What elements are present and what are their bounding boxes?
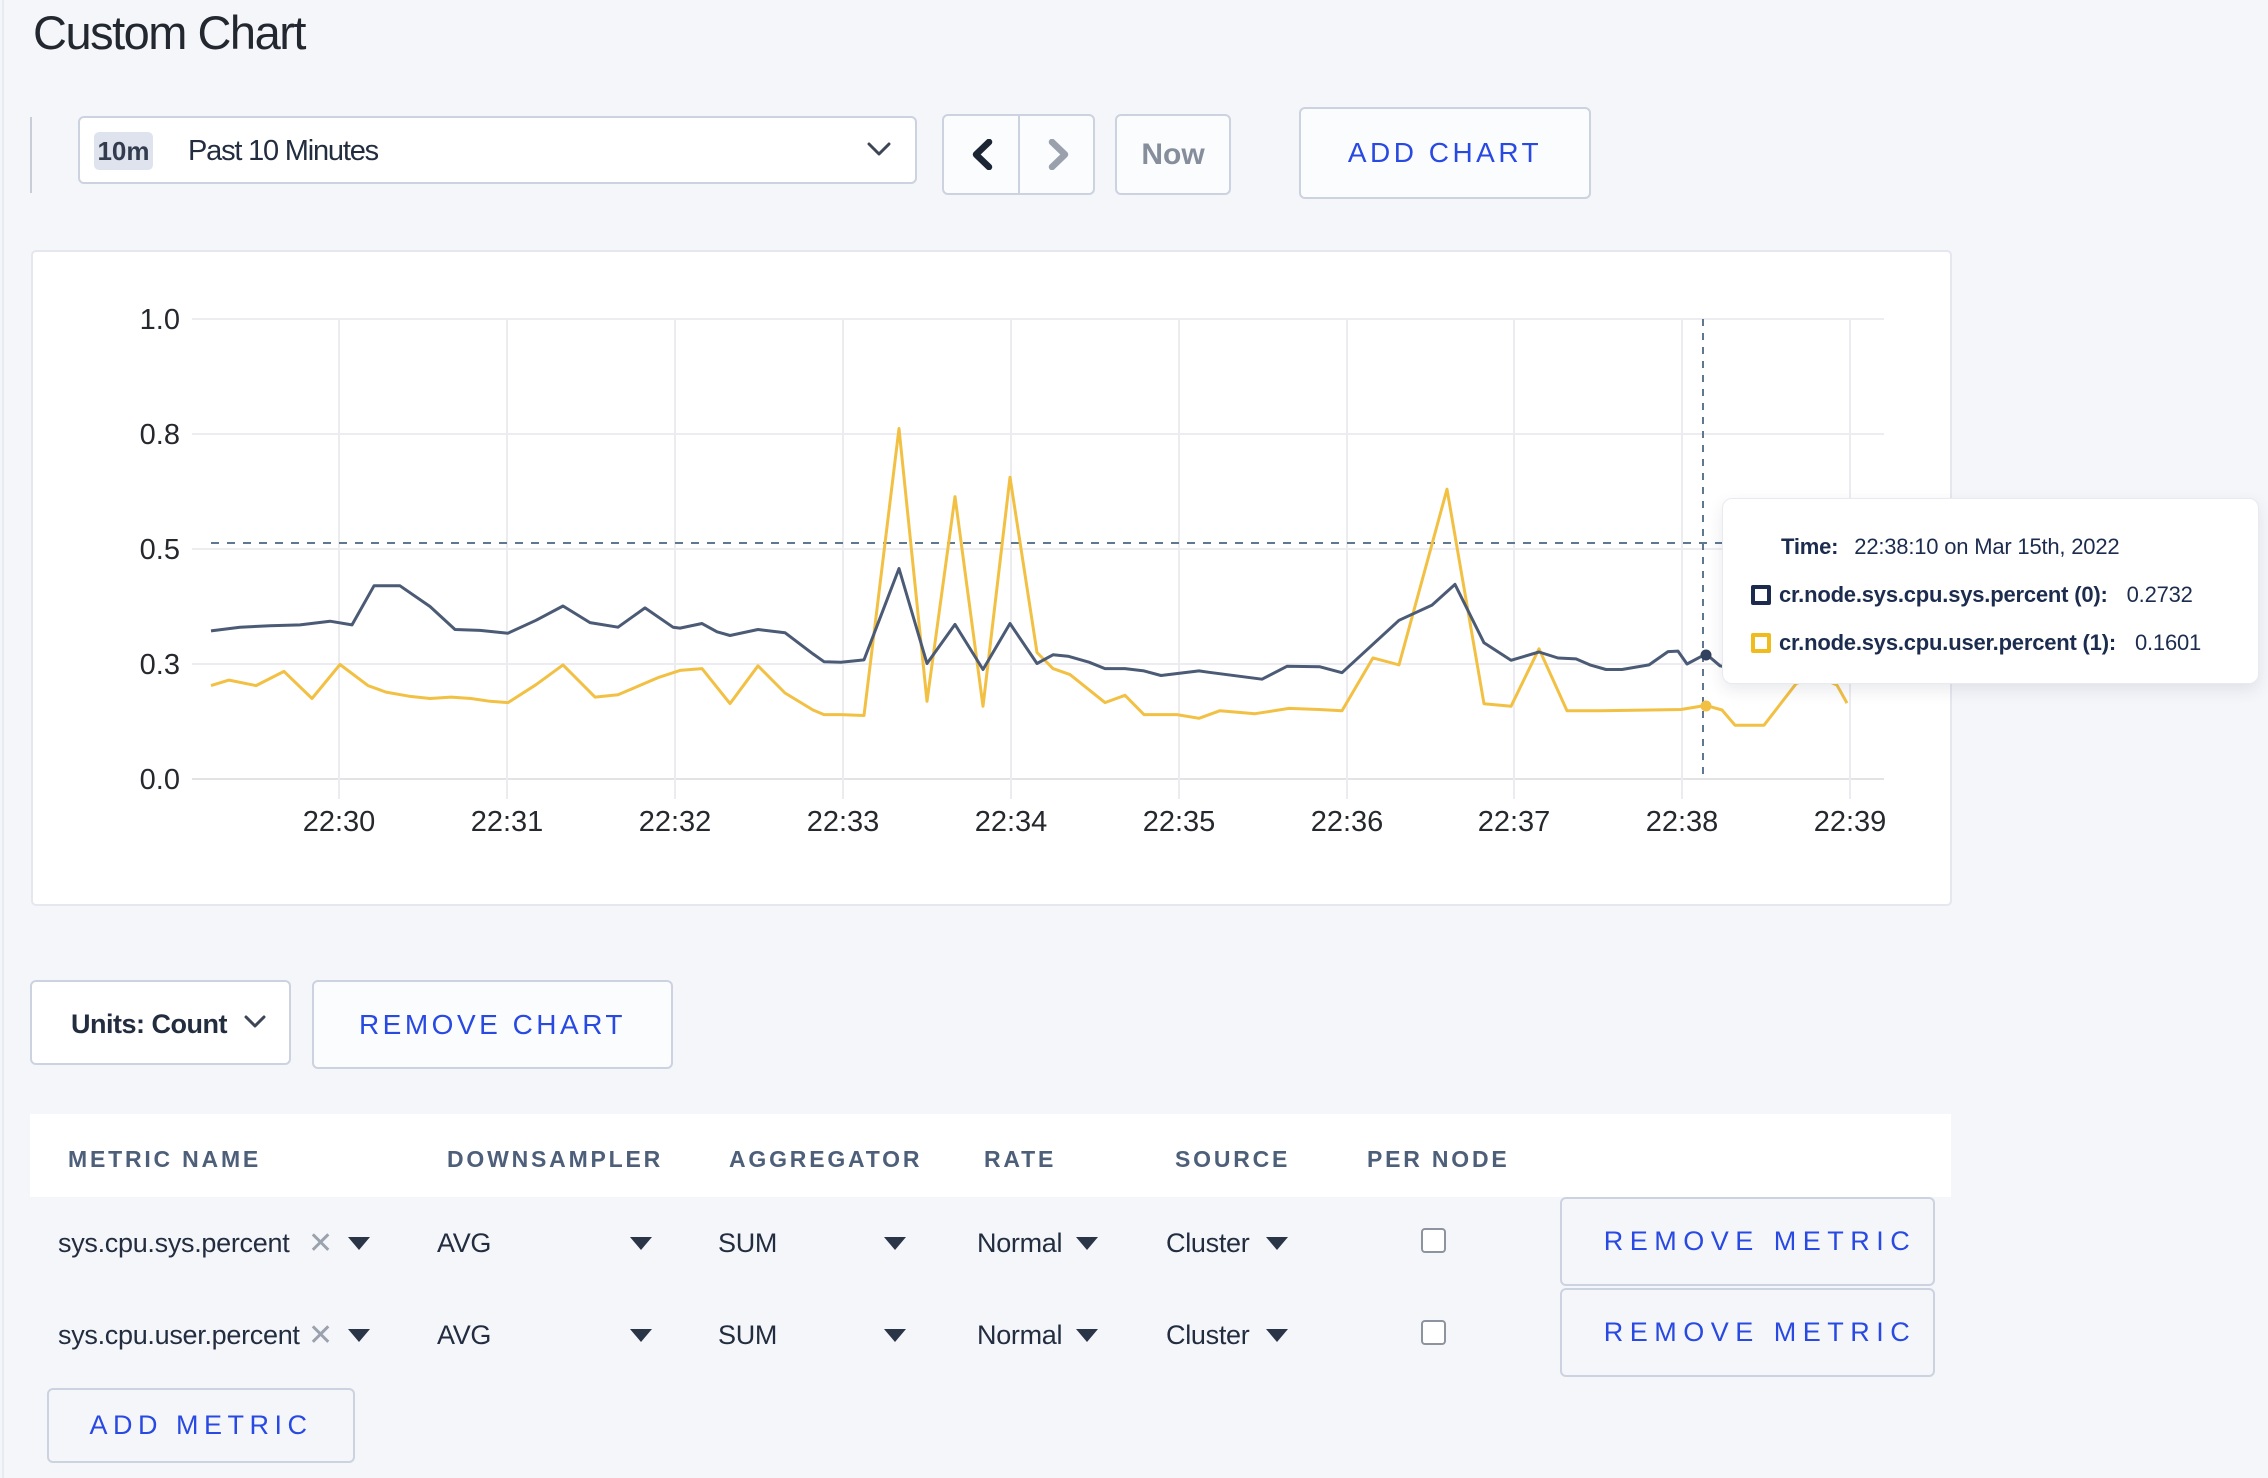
- svg-text:0.3: 0.3: [140, 649, 180, 681]
- svg-text:22:38: 22:38: [1646, 806, 1719, 838]
- svg-text:0.5: 0.5: [140, 534, 180, 566]
- svg-text:22:36: 22:36: [1311, 806, 1384, 838]
- svg-text:22:30: 22:30: [303, 806, 376, 838]
- svg-text:0.0: 0.0: [140, 764, 180, 796]
- svg-text:22:37: 22:37: [1478, 806, 1551, 838]
- svg-text:22:39: 22:39: [1814, 806, 1887, 838]
- svg-text:22:31: 22:31: [471, 806, 544, 838]
- svg-text:22:35: 22:35: [1143, 806, 1216, 838]
- svg-text:1.0: 1.0: [140, 304, 180, 336]
- svg-text:22:33: 22:33: [807, 806, 880, 838]
- svg-text:22:34: 22:34: [975, 806, 1048, 838]
- svg-text:0.8: 0.8: [140, 419, 180, 451]
- svg-text:22:32: 22:32: [639, 806, 712, 838]
